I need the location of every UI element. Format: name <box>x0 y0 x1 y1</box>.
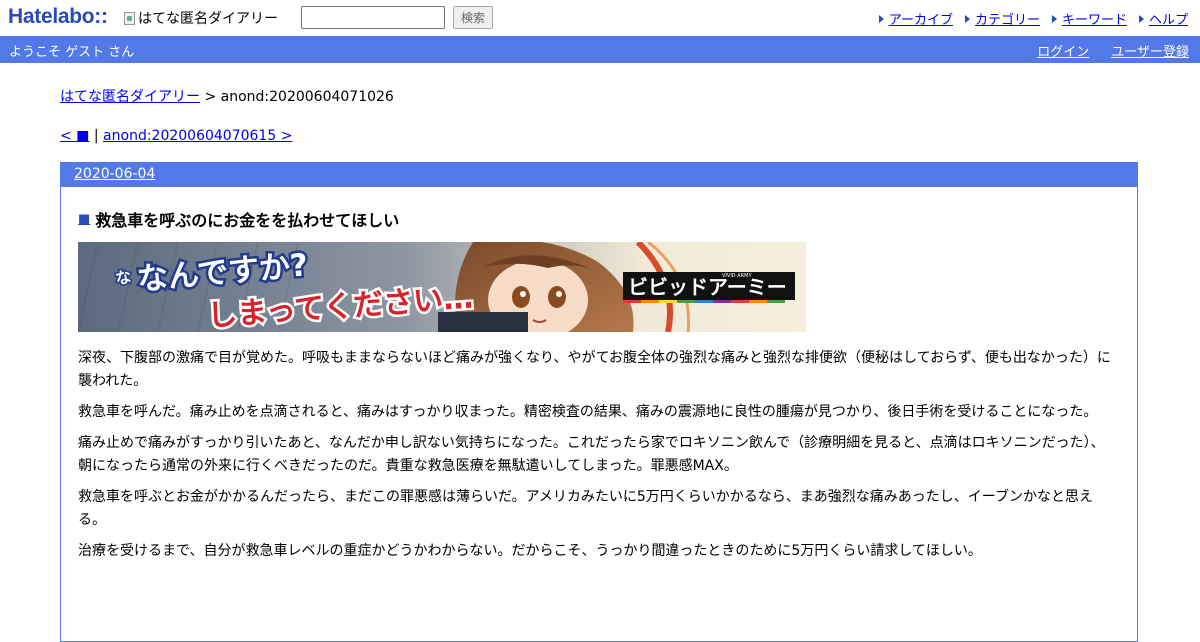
login-link[interactable]: ログイン <box>1037 41 1089 60</box>
entry-pager: < ■ | anond:20200604070615 > <box>60 128 292 144</box>
arrow-right-icon <box>964 14 972 23</box>
diary-logo-alt-text: はてな匿名ダイアリー <box>138 11 278 27</box>
top-bar: Hatelabo:: はてな匿名ダイアリー 検索 アーカイブ カテゴリー キーワ… <box>0 0 1200 36</box>
entry-title-row: ■ 救急車を呼ぶのにお金をを払わせてほしい <box>78 207 399 231</box>
ad-brand-small: VIVID ARMY <box>722 273 752 279</box>
search-button[interactable]: 検索 <box>453 6 493 29</box>
ad-banner[interactable]: な なんですか? しまってください… ビビッドアーミー VIVID ARMY <box>78 242 806 332</box>
entry-permalink-square-icon[interactable]: ■ <box>78 212 90 227</box>
vivid-army-logo-graphic: ビビッドアーミー VIVID ARMY <box>623 272 795 303</box>
nav-item-keyword[interactable]: キーワード <box>1051 9 1127 28</box>
entry-paragraph: 深夜、下腹部の激痛で目が覚めた。呼吸もままならないほど痛みが強くなり、やがてお腹… <box>78 350 1111 389</box>
ad-headline-small: な <box>114 267 133 288</box>
nav-item-archive[interactable]: アーカイブ <box>878 9 953 28</box>
welcome-bar: ようこそ ゲスト さん ログイン ユーザー登録 <box>0 36 1200 63</box>
entry-date-link[interactable]: 2020-06-04 <box>74 166 155 182</box>
arrow-right-icon <box>1138 14 1146 23</box>
next-entry-link[interactable]: anond:20200604070615 > <box>103 128 292 144</box>
top-navigation: アーカイブ カテゴリー キーワード ヘルプ <box>878 9 1188 28</box>
ad-brand-logo: ビビッドアーミー <box>628 275 787 299</box>
hatelabo-logo[interactable]: Hatelabo:: <box>8 5 108 29</box>
arrow-right-icon <box>878 14 886 23</box>
nav-item-help[interactable]: ヘルプ <box>1138 9 1188 28</box>
ad-banner-graphic: な なんですか? しまってください… ビビッドアーミー VIVID ARMY <box>78 242 806 332</box>
entry-box: 2020-06-04 ■ 救急車を呼ぶのにお金をを払わせてほしい な なんですか… <box>60 162 1138 642</box>
nav-link-keyword[interactable]: キーワード <box>1062 9 1127 28</box>
entry-body: 深夜、下腹部の激痛で目が覚めた。呼吸もままならないほど痛みが強くなり、やがてお腹… <box>78 347 1118 571</box>
nav-link-archive[interactable]: アーカイブ <box>889 9 953 28</box>
account-links: ログイン ユーザー登録 <box>1037 41 1189 60</box>
nav-item-category[interactable]: カテゴリー <box>964 9 1040 28</box>
entry-paragraph: 救急車を呼ぶとお金がかかるんだったら、まだこの罪悪感は薄らいだ。アメリカみたいに… <box>78 489 1093 528</box>
breadcrumb-separator: > <box>204 89 217 105</box>
entry-paragraph: 救急車を呼んだ。痛み止めを点滴されると、痛みはすっかり収まった。精密検査の結果、… <box>78 404 1098 420</box>
breadcrumb: はてな匿名ダイアリー > anond:20200604071026 <box>60 86 394 106</box>
entry-paragraph: 痛み止めで痛みがすっかり引いたあと、なんだか申し訳ない気持ちになった。これだった… <box>78 435 1105 474</box>
welcome-text: ようこそ ゲスト さん <box>9 45 135 60</box>
breadcrumb-current: anond:20200604071026 <box>220 89 394 105</box>
nav-link-category[interactable]: カテゴリー <box>975 9 1040 28</box>
prev-entry-link[interactable]: < ■ <box>60 128 89 144</box>
register-link[interactable]: ユーザー登録 <box>1111 41 1189 60</box>
broken-image-icon <box>124 11 135 25</box>
arrow-right-icon <box>1051 14 1059 23</box>
pager-separator: | <box>93 128 99 144</box>
entry-date-bar: 2020-06-04 <box>61 162 1137 187</box>
entry-title: 救急車を呼ぶのにお金をを払わせてほしい <box>95 211 400 230</box>
anond-diary-logo[interactable]: はてな匿名ダイアリー <box>124 8 278 28</box>
nav-link-help[interactable]: ヘルプ <box>1149 9 1188 28</box>
entry-paragraph: 治療を受けるまで、自分が救急車レベルの重症かどうかわからない。だからこそ、うっか… <box>78 543 982 559</box>
breadcrumb-root-link[interactable]: はてな匿名ダイアリー <box>60 89 200 105</box>
search-input[interactable] <box>301 6 445 29</box>
